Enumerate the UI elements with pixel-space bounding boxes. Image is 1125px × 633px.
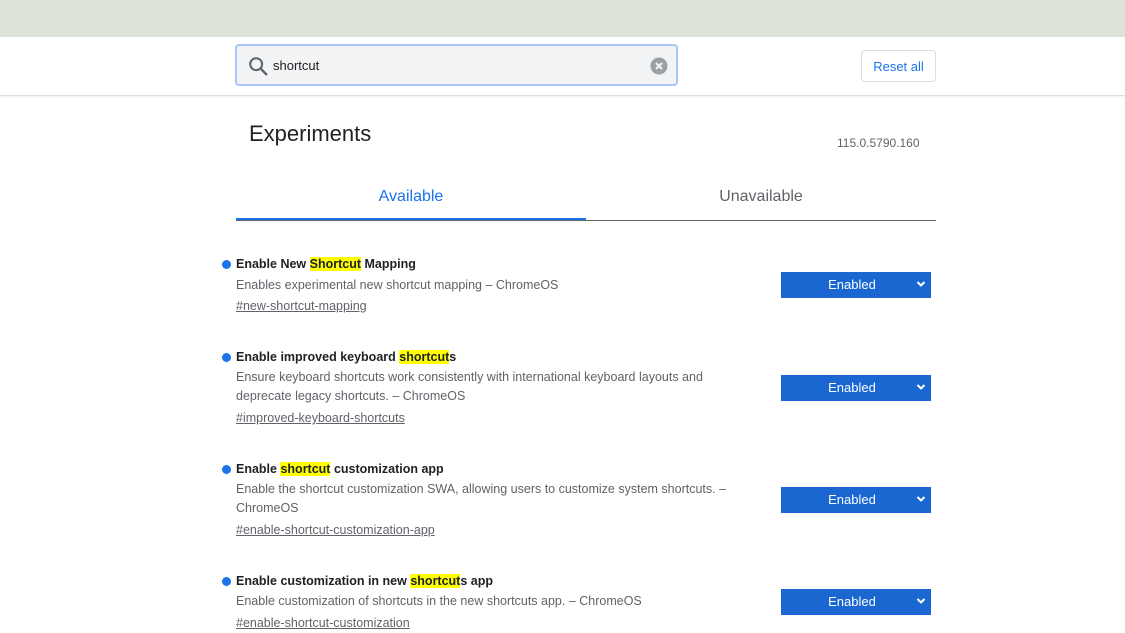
- experiment-link[interactable]: #enable-shortcut-customization: [236, 616, 410, 630]
- modified-dot-icon: [222, 577, 231, 586]
- experiment-name: Enable customization in new shortcuts ap…: [236, 574, 493, 588]
- tab-available[interactable]: Available: [236, 175, 586, 220]
- modified-dot-icon: [222, 353, 231, 362]
- page-title: Experiments: [249, 121, 372, 146]
- modified-dot-icon: [222, 465, 231, 474]
- experiment-description: Enable customization of shortcuts in the…: [236, 594, 642, 608]
- experiment-state-select[interactable]: Enabled: [781, 375, 931, 401]
- chevron-down-icon: [916, 281, 926, 287]
- experiment-description: Enable the shortcut customization SWA, a…: [236, 482, 727, 515]
- experiment-description: Ensure keyboard shortcuts work consisten…: [236, 370, 703, 403]
- experiment-link[interactable]: #enable-shortcut-customization-app: [236, 523, 435, 537]
- experiment-description: Enables experimental new shortcut mappin…: [236, 278, 559, 292]
- experiment-state-select[interactable]: Enabled: [781, 589, 931, 615]
- clear-search-icon[interactable]: [650, 57, 668, 75]
- experiment-state-select[interactable]: Enabled: [781, 272, 931, 298]
- search-icon: [249, 57, 268, 76]
- header: Reset all: [0, 37, 1125, 96]
- search-input[interactable]: [273, 54, 643, 76]
- chevron-down-icon: [916, 598, 926, 604]
- experiment-link[interactable]: #new-shortcut-mapping: [236, 299, 367, 313]
- experiment-name: Enable improved keyboard shortcuts: [236, 350, 457, 364]
- reset-all-button[interactable]: Reset all: [861, 50, 936, 82]
- top-band: [0, 0, 1125, 37]
- experiment-state-select[interactable]: Enabled: [781, 487, 931, 513]
- tab-unavailable[interactable]: Unavailable: [586, 175, 936, 219]
- tab-bar: Available Unavailable: [236, 175, 936, 221]
- chevron-down-icon: [916, 384, 926, 390]
- experiment-name: Enable shortcut customization app: [236, 462, 444, 476]
- chevron-down-icon: [916, 496, 926, 502]
- version-label: 115.0.5790.160: [837, 136, 920, 150]
- experiment-name: Enable New Shortcut Mapping: [236, 257, 416, 271]
- search-box[interactable]: [235, 44, 678, 86]
- modified-dot-icon: [222, 260, 231, 269]
- experiment-link[interactable]: #improved-keyboard-shortcuts: [236, 411, 405, 425]
